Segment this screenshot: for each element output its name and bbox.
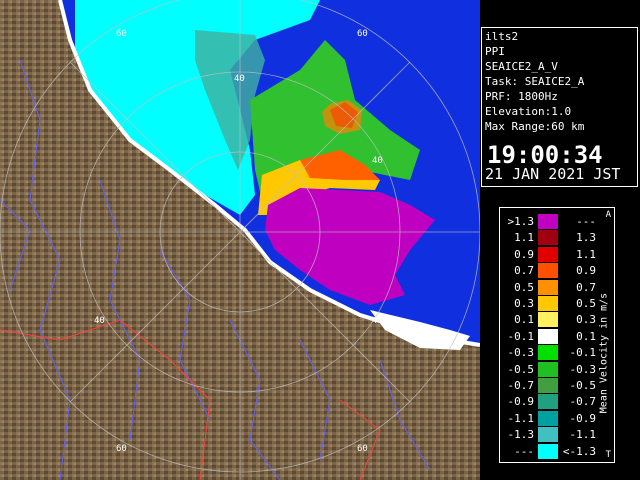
legend-low-value: -0.7 — [507, 379, 535, 392]
legend-swatch — [538, 427, 558, 443]
legend-low-value: -1.1 — [507, 411, 535, 425]
legend-high-value: 0.3 — [576, 313, 596, 327]
legend-high-value: -0.3 — [569, 362, 597, 376]
legend-row: 0.3 0.5 — [500, 296, 596, 312]
legend-swatch — [538, 328, 558, 344]
info-panel: ilts2 PPI SEAICE2_A_V Task: SEAICE2_A PR… — [481, 27, 638, 187]
legend-low-value: 0.7 — [514, 264, 534, 278]
legend-low-value: 0.1 — [514, 313, 534, 327]
legend-low-value: 0.5 — [514, 280, 534, 294]
range-label: 40 — [234, 74, 245, 84]
legend-row: -0.5 -0.3 — [500, 361, 597, 378]
legend-swatch — [538, 246, 558, 262]
range-label: 60 — [357, 444, 368, 454]
legend-high-value: -0.9 — [569, 411, 597, 425]
range-label: 40 — [94, 316, 105, 326]
legend-row: >1.3 --- — [500, 214, 596, 230]
scan-date: 21 JAN 2021 JST — [485, 165, 621, 183]
legend-row: 0.7 0.9 — [500, 263, 596, 279]
legend-high-value: --- — [576, 215, 596, 228]
legend-swatch — [538, 361, 558, 377]
range-label: 60 — [357, 29, 368, 39]
legend-row: -1.3 -1.1 — [500, 427, 597, 443]
legend-high-value: -1.1 — [569, 428, 597, 442]
radar-ppi-map: 60 60 40 40 40 40 60 60 — [0, 0, 480, 480]
legend-swatch — [538, 312, 558, 328]
legend-row: -1.1 -0.9 — [500, 410, 597, 427]
legend-low-value: -0.3 — [507, 346, 535, 360]
legend-swatch — [538, 230, 558, 246]
legend-title: Mean Velocity in m/s — [595, 248, 613, 458]
legend-high-value: 0.5 — [576, 297, 596, 310]
velocity-legend: A >1.3 --- 1.1 1.3 0.9 1.1 0.7 0.9 0.5 0.7 0.3 0.5 0… — [499, 207, 615, 463]
legend-swatch — [538, 378, 558, 393]
legend-low-value: 0.9 — [514, 247, 534, 261]
legend-low-value: -0.9 — [507, 395, 535, 409]
legend-row: 0.5 0.7 — [500, 279, 596, 296]
legend-low-value: -1.3 — [507, 428, 535, 442]
legend-row: -0.1 0.1 — [500, 328, 596, 345]
legend-low-value: -0.1 — [507, 329, 535, 343]
range-label: 60 — [116, 29, 127, 39]
legend-low-value: --- — [514, 444, 534, 458]
range-label: 40 — [372, 156, 383, 166]
legend-swatch — [538, 279, 558, 295]
legend-low-value: 0.3 — [514, 297, 534, 310]
product-type: PPI — [485, 45, 505, 58]
legend-high-value: 0.1 — [576, 329, 596, 343]
legend-swatch — [538, 263, 558, 279]
legend-high-value: 1.3 — [576, 231, 596, 245]
range-label: 60 — [116, 444, 127, 454]
legend-high-value: 0.7 — [576, 280, 596, 294]
legend-row: -0.9 -0.7 — [500, 394, 597, 410]
legend-swatch — [538, 296, 558, 311]
legend-high-value: 0.9 — [576, 264, 596, 278]
field-name: SEAICE2_A_V — [485, 60, 558, 73]
legend-low-value: -0.5 — [507, 362, 535, 376]
legend-high-value: <-1.3 — [562, 444, 596, 458]
legend-title-text: Mean Velocity in m/s — [598, 292, 610, 414]
station-name: ilts2 — [485, 30, 519, 43]
legend-swatch — [538, 394, 558, 410]
elevation-value: Elevation:1.0 — [485, 105, 572, 118]
legend-row: -0.3 -0.1 — [500, 345, 597, 361]
legend-high-value: -0.1 — [569, 346, 597, 360]
legend-low-value: 1.1 — [514, 231, 534, 245]
radar-display: 60 60 40 40 40 40 60 60 ilts2 PPI SEAICE… — [0, 0, 640, 480]
legend-corner-bottom: T — [605, 450, 611, 460]
legend-swatch — [538, 443, 558, 459]
legend-row: -0.7 -0.5 — [500, 378, 597, 394]
legend-row: 0.9 1.1 — [500, 246, 596, 263]
legend-row: 1.1 1.3 — [500, 230, 596, 246]
legend-high-value: 1.1 — [576, 247, 596, 261]
max-range-value: Max Range:60 km — [485, 120, 585, 133]
legend-high-value: -0.7 — [569, 395, 597, 409]
legend-row: --- <-1.3 — [500, 443, 596, 460]
legend-row: 0.1 0.3 — [500, 312, 596, 328]
legend-swatch — [538, 410, 558, 426]
legend-swatch — [538, 214, 558, 229]
range-label: 40 — [372, 316, 383, 326]
legend-low-value: >1.3 — [507, 215, 535, 228]
task-name: Task: SEAICE2_A — [485, 75, 585, 88]
legend-high-value: -0.5 — [569, 379, 597, 392]
prf-value: PRF: 1800Hz — [485, 90, 558, 103]
legend-swatch — [538, 345, 558, 361]
legend-corner-top: A — [605, 210, 611, 220]
